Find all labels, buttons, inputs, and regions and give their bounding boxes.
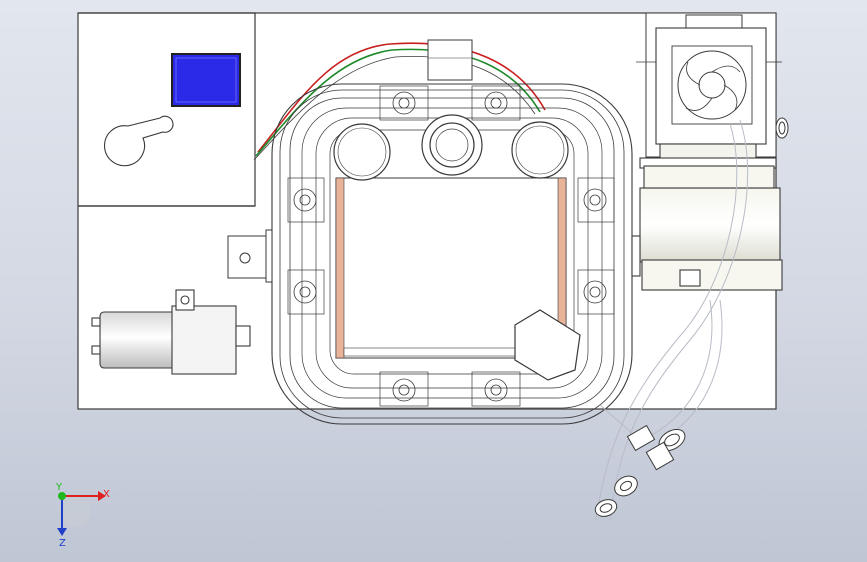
display-screen xyxy=(171,53,241,107)
assembly-drawing[interactable]: X Y Z xyxy=(0,0,867,562)
y-axis-dot xyxy=(58,492,66,500)
water-tank[interactable] xyxy=(631,143,783,291)
y-axis-label: Y xyxy=(55,482,63,493)
top-bracket xyxy=(427,39,473,81)
cad-viewport[interactable]: X Y Z xyxy=(0,0,867,562)
axis-triad: X Y Z xyxy=(55,482,110,549)
x-axis-label: X xyxy=(103,489,110,500)
z-axis-arrowhead xyxy=(57,528,67,536)
copper-strip-left xyxy=(335,177,345,359)
left-bracket xyxy=(227,229,273,283)
z-axis-label: Z xyxy=(59,538,66,549)
cooling-fan[interactable] xyxy=(636,12,782,158)
